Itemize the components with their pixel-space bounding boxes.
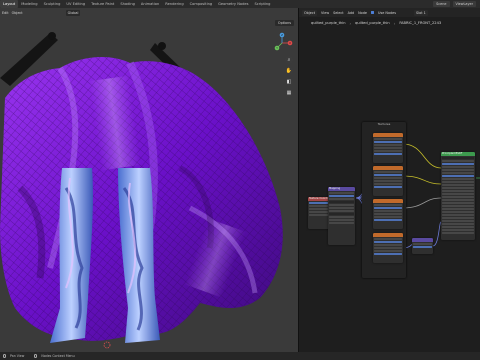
mapping-header: Mapping: [328, 187, 355, 191]
workspace-tabs: Layout Modeling Sculpting UV Editing Texture…: [0, 0, 273, 8]
image-texture-node-3[interactable]: [373, 199, 403, 229]
image-texture-node-4[interactable]: [373, 233, 403, 263]
tab-scripting[interactable]: Scripting: [251, 0, 273, 8]
shader-node-editor[interactable]: Object View Select Add Node Use Nodes Sl…: [298, 8, 480, 352]
camera-view-icon[interactable]: ◧: [285, 78, 293, 86]
scene-controls: Scene ViewLayer: [433, 0, 480, 8]
tab-modeling[interactable]: Modeling: [18, 0, 40, 8]
transform-orientation-dropdown[interactable]: Global: [65, 10, 81, 16]
texture-coordinate-header: Texture Coordinate: [308, 197, 330, 201]
pan-hand-icon[interactable]: ✋: [285, 67, 293, 75]
3d-viewport[interactable]: Edit Object Global Options X Z Y ⌕ ✋ ◧ ▦: [0, 8, 298, 352]
tab-animation[interactable]: Animation: [138, 0, 162, 8]
tab-compositing[interactable]: Compositing: [187, 0, 216, 8]
mouse-icon: [3, 354, 6, 358]
tab-texture-paint[interactable]: Texture Paint: [88, 0, 117, 8]
navigation-gizmo[interactable]: X Z Y: [274, 32, 293, 51]
view-layer-selector[interactable]: ViewLayer: [452, 1, 476, 7]
workspace-topbar: Layout Modeling Sculpting UV Editing Texture…: [0, 0, 480, 8]
zoom-icon[interactable]: ⌕: [285, 56, 293, 64]
texture-coordinate-node[interactable]: Texture Coordinate: [308, 197, 330, 229]
status-hint-pan: Pan View: [10, 354, 25, 358]
principled-bsdf-node[interactable]: Principled BSDF: [441, 152, 475, 240]
mouse-icon: [34, 354, 38, 358]
principled-bsdf-header: Principled BSDF: [441, 152, 475, 156]
edit-menu[interactable]: Edit: [2, 11, 9, 15]
tab-shading[interactable]: Shading: [117, 0, 138, 8]
viewport-scene: X Z Y: [0, 32, 293, 349]
gizmo-x-label: X: [289, 41, 291, 45]
tab-geometry-nodes[interactable]: Geometry Nodes: [215, 0, 251, 8]
viewport-options-button[interactable]: Options: [274, 20, 294, 26]
viewport-header: Edit Object Global: [0, 8, 298, 18]
textures-frame-label: Textures: [377, 122, 391, 126]
3d-cursor[interactable]: [103, 341, 111, 349]
normal-map-node[interactable]: [412, 238, 433, 254]
object-menu[interactable]: Object: [12, 11, 23, 15]
tab-sculpting[interactable]: Sculpting: [41, 0, 64, 8]
gizmo-z-label: Z: [281, 33, 283, 37]
status-bar: Pan View Nodes Context Menu: [0, 352, 480, 360]
tab-uv-editing[interactable]: UV Editing: [63, 0, 88, 8]
status-hint-context-menu: Nodes Context Menu: [41, 354, 75, 358]
perspective-grid-icon[interactable]: ▦: [285, 89, 293, 97]
mapping-node[interactable]: Mapping: [328, 187, 355, 245]
scene-selector[interactable]: Scene: [433, 1, 450, 7]
tab-layout[interactable]: Layout: [0, 0, 19, 8]
tab-rendering[interactable]: Rendering: [162, 0, 186, 8]
image-texture-node-2[interactable]: [373, 166, 403, 196]
image-texture-node-1[interactable]: [373, 133, 403, 163]
